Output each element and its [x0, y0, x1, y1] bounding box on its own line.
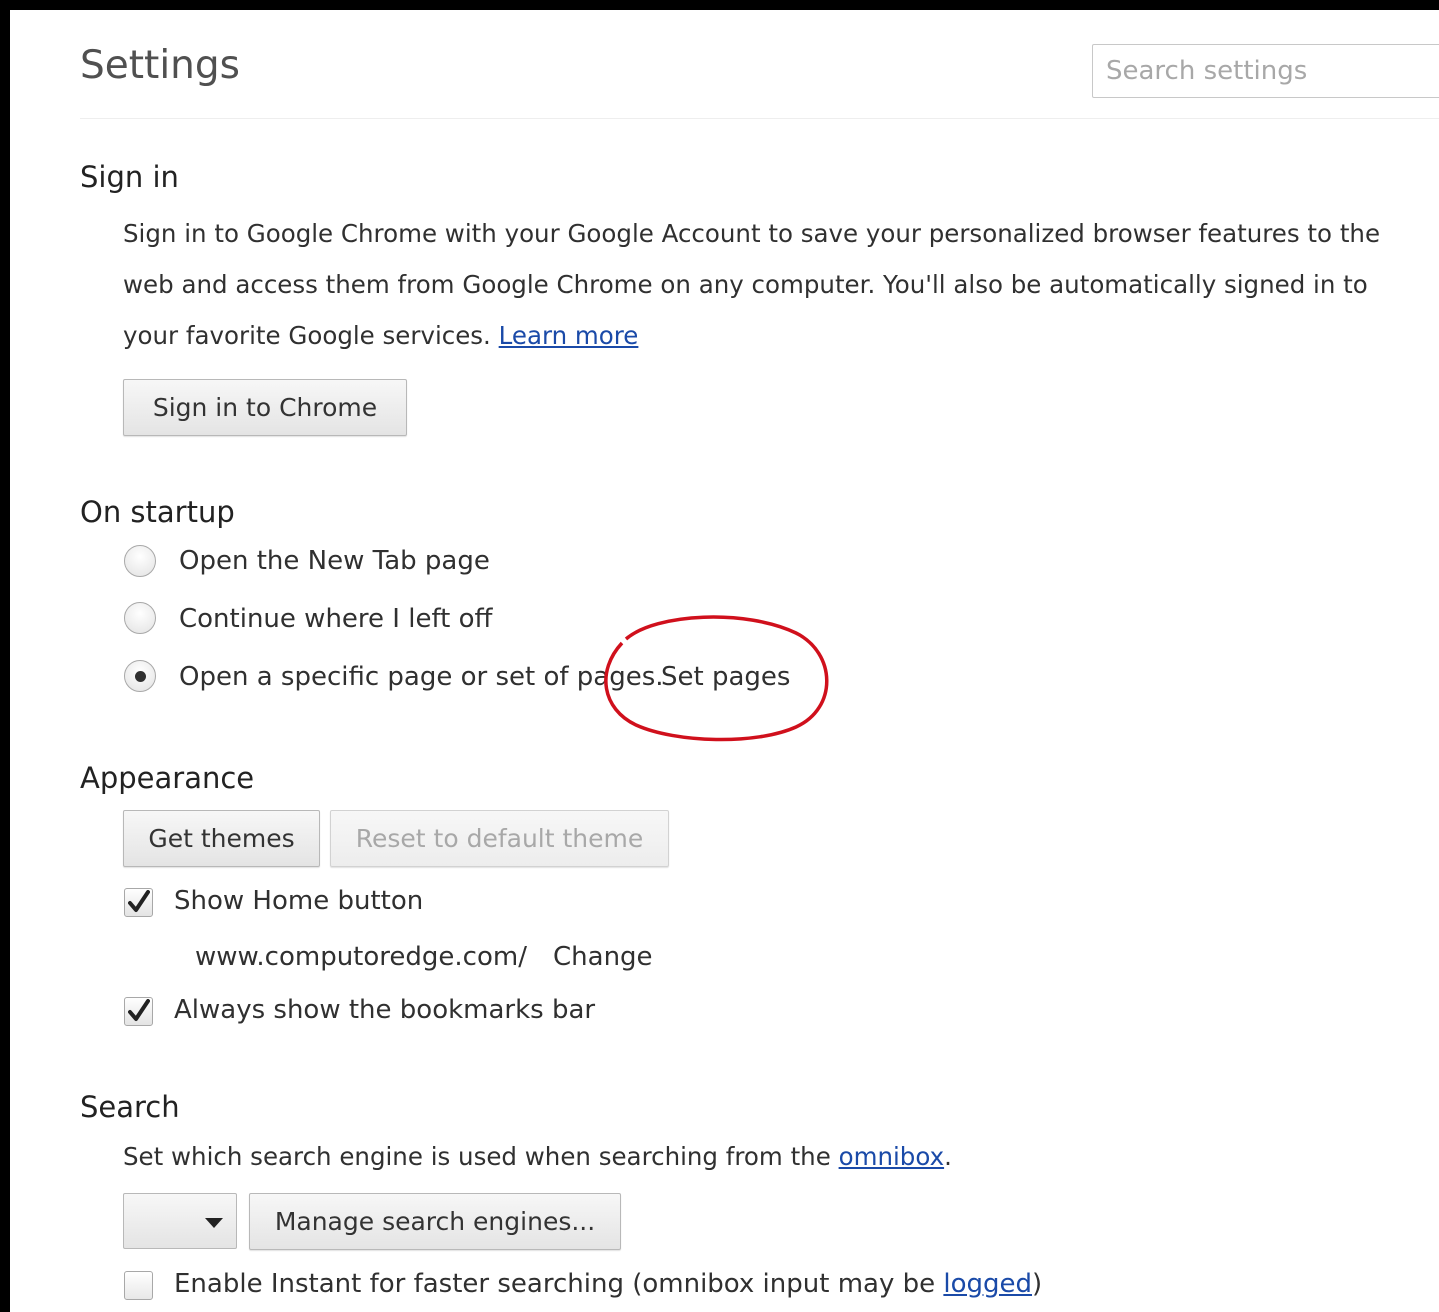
enable-instant-text: Enable Instant for faster searching (omn… — [174, 1269, 936, 1299]
caret-down-icon — [205, 1218, 223, 1228]
home-url-text: www.computoredge.com/ — [195, 942, 527, 972]
sign-in-desc-text: your favorite Google services. — [123, 321, 491, 350]
settings-page: Settings Sign in Sign in to Google Chrom… — [0, 0, 1439, 1312]
page-title: Settings — [80, 43, 240, 88]
enable-instant-end: ) — [1032, 1269, 1043, 1299]
search-engine-select[interactable] — [123, 1193, 237, 1249]
sign-in-to-chrome-button[interactable]: Sign in to Chrome — [123, 379, 407, 436]
change-home-link[interactable]: Change — [553, 942, 653, 972]
manage-search-engines-button[interactable]: Manage search engines... — [249, 1193, 621, 1250]
learn-more-link[interactable]: Learn more — [499, 321, 639, 350]
search-desc-end: . — [944, 1142, 952, 1171]
radio-specific-pages[interactable] — [124, 660, 156, 692]
enable-instant-label: Enable Instant for faster searching (omn… — [174, 1269, 1042, 1299]
option-continue-label: Continue where I left off — [179, 604, 493, 634]
checkmark-icon — [128, 890, 150, 912]
radio-selected-dot — [135, 671, 146, 682]
search-settings-input[interactable] — [1092, 44, 1439, 98]
checkmark-icon — [128, 999, 150, 1021]
appearance-heading: Appearance — [80, 761, 255, 795]
show-home-checkbox[interactable] — [124, 888, 153, 917]
on-startup-heading: On startup — [80, 495, 235, 529]
search-heading: Search — [80, 1090, 180, 1124]
bookmarks-bar-label: Always show the bookmarks bar — [174, 995, 596, 1025]
red-ellipse-annotation — [604, 615, 829, 742]
radio-continue-where-left[interactable] — [124, 602, 156, 634]
option-specific-pages-label: Open a specific page or set of pages. — [179, 662, 664, 692]
radio-new-tab-page[interactable] — [124, 545, 156, 577]
show-home-label: Show Home button — [174, 886, 424, 916]
sign-in-desc-line2: web and access them from Google Chrome o… — [123, 270, 1368, 299]
title-divider — [80, 118, 1439, 119]
search-desc-text: Set which search engine is used when sea… — [123, 1142, 831, 1171]
sign-in-desc-line1: Sign in to Google Chrome with your Googl… — [123, 219, 1381, 248]
enable-instant-checkbox[interactable] — [124, 1271, 153, 1300]
reset-theme-button[interactable]: Reset to default theme — [330, 810, 669, 867]
sign-in-desc-line3: your favorite Google services. Learn mor… — [123, 321, 638, 350]
option-new-tab-label: Open the New Tab page — [179, 546, 490, 576]
search-desc: Set which search engine is used when sea… — [123, 1142, 952, 1171]
bookmarks-bar-checkbox[interactable] — [124, 997, 153, 1026]
sign-in-heading: Sign in — [80, 160, 179, 194]
logged-link[interactable]: logged — [943, 1269, 1032, 1299]
omnibox-link[interactable]: omnibox — [839, 1142, 944, 1171]
get-themes-button[interactable]: Get themes — [123, 810, 320, 867]
